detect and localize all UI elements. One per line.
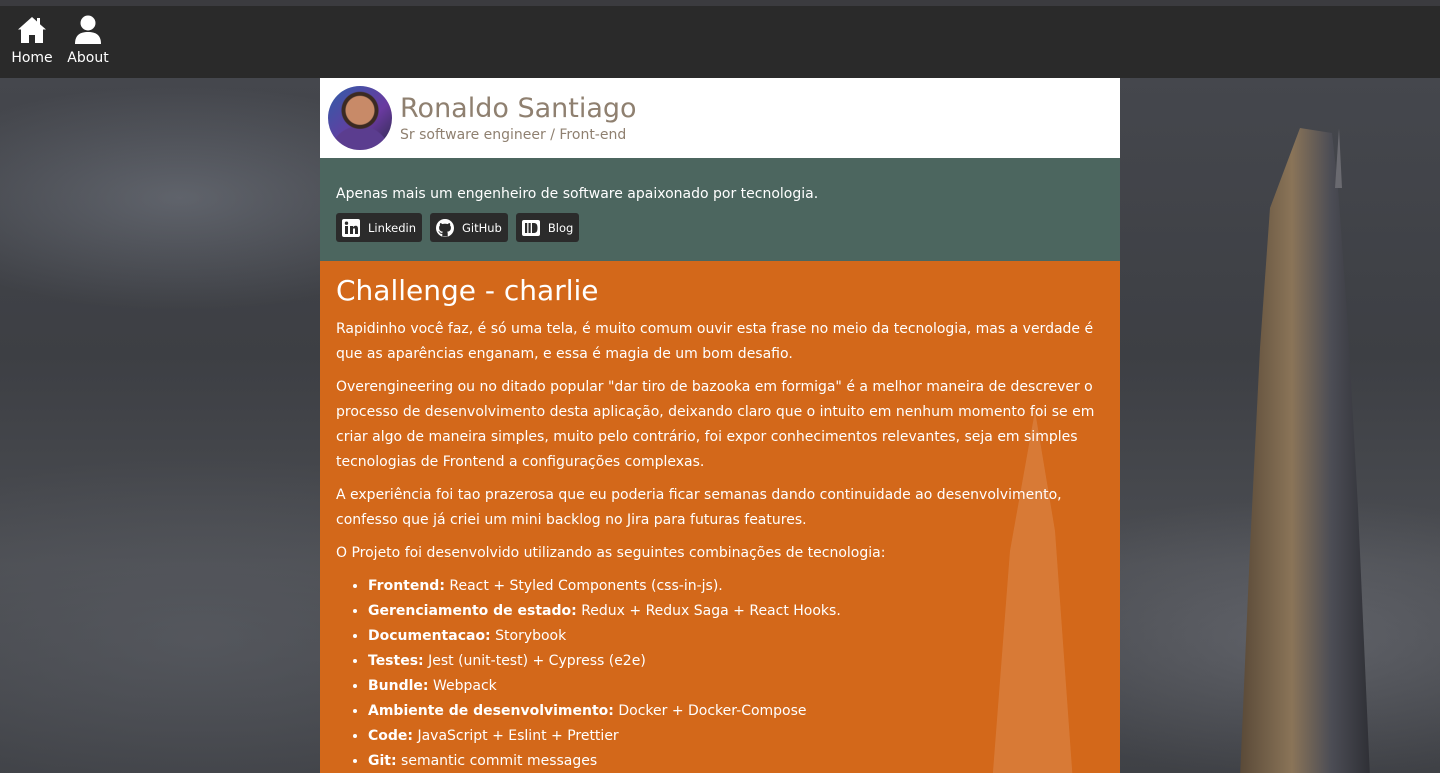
linkedin-button[interactable]: Linkedin xyxy=(336,213,422,242)
tech-key: Gerenciamento de estado: xyxy=(368,603,577,619)
list-item: Code: JavaScript + Eslint + Prettier xyxy=(368,724,1104,749)
home-icon xyxy=(18,17,46,43)
tech-value: Redux + Redux Saga + React Hooks. xyxy=(581,603,841,619)
tech-key: Testes: xyxy=(368,653,424,669)
github-icon xyxy=(436,218,454,237)
challenge-title: Challenge - charlie xyxy=(336,274,599,307)
list-item: Bundle: Webpack xyxy=(368,674,1104,699)
tech-key: Code: xyxy=(368,728,414,744)
tech-value: semantic commit messages xyxy=(401,753,598,769)
avatar xyxy=(328,86,392,150)
blog-icon xyxy=(521,219,540,236)
profile-role: Sr software engineer / Front-end xyxy=(400,127,627,143)
tech-list: Frontend: React + Styled Components (css… xyxy=(336,574,1104,773)
blog-label: Blog xyxy=(547,220,574,235)
nav-home-label: Home xyxy=(11,50,53,66)
list-item: Testes: Jest (unit-test) + Cypress (e2e) xyxy=(368,649,1104,674)
tech-key: Bundle: xyxy=(368,678,429,694)
tech-value: Docker + Docker-Compose xyxy=(618,703,807,719)
nav-about-label: About xyxy=(67,50,109,66)
tech-value: JavaScript + Eslint + Prettier xyxy=(417,728,619,744)
nav-home[interactable]: Home xyxy=(4,6,60,66)
user-icon xyxy=(75,15,101,44)
paragraph-4: O Projeto foi desenvolvido utilizando as… xyxy=(336,545,886,561)
social-links: Linkedin GitHub Blog xyxy=(336,213,1104,242)
tech-value: Webpack xyxy=(432,678,497,694)
list-item: Ambiente de desenvolvimento: Docker + Do… xyxy=(368,699,1104,724)
tech-value: Storybook xyxy=(495,628,567,644)
paragraph-2: Overengineering ou no ditado popular "da… xyxy=(336,379,1095,470)
tech-key: Documentacao: xyxy=(368,628,491,644)
list-item: Frontend: React + Styled Components (css… xyxy=(368,574,1104,599)
paragraph-1: Rapidinho você faz, é só uma tela, é mui… xyxy=(336,321,1094,362)
profile-name: Ronaldo Santiago xyxy=(400,93,637,124)
skyscraper-image xyxy=(1240,128,1370,773)
challenge-section: Challenge - charlie Rapidinho você faz, … xyxy=(320,261,1120,773)
blog-button[interactable]: Blog xyxy=(515,213,580,242)
github-label: GitHub xyxy=(462,220,502,235)
tech-key: Git: xyxy=(368,753,397,769)
nav-about[interactable]: About xyxy=(60,6,116,66)
github-button[interactable]: GitHub xyxy=(430,213,508,242)
tech-value: Jest (unit-test) + Cypress (e2e) xyxy=(428,653,646,669)
tech-key: Ambiente de desenvolvimento: xyxy=(368,703,614,719)
list-item: Documentacao: Storybook xyxy=(368,624,1104,649)
linkedin-icon xyxy=(342,218,360,237)
paragraph-3: A experiência foi tao prazerosa que eu p… xyxy=(336,487,1062,528)
list-item: Git: semantic commit messages xyxy=(368,749,1104,773)
intro-section: Apenas mais um engenheiro de software ap… xyxy=(320,158,1120,261)
tech-value: React + Styled Components (css-in-js). xyxy=(449,578,723,594)
tech-key: Frontend: xyxy=(368,578,445,594)
profile-card: Ronaldo Santiago Sr software engineer / … xyxy=(320,78,1120,773)
top-navbar: Home About xyxy=(0,6,1440,78)
linkedin-label: Linkedin xyxy=(368,220,416,235)
profile-header: Ronaldo Santiago Sr software engineer / … xyxy=(320,78,1120,158)
list-item: Gerenciamento de estado: Redux + Redux S… xyxy=(368,599,1104,624)
profile-text: Ronaldo Santiago Sr software engineer / … xyxy=(400,93,637,143)
intro-text: Apenas mais um engenheiro de software ap… xyxy=(336,186,819,202)
